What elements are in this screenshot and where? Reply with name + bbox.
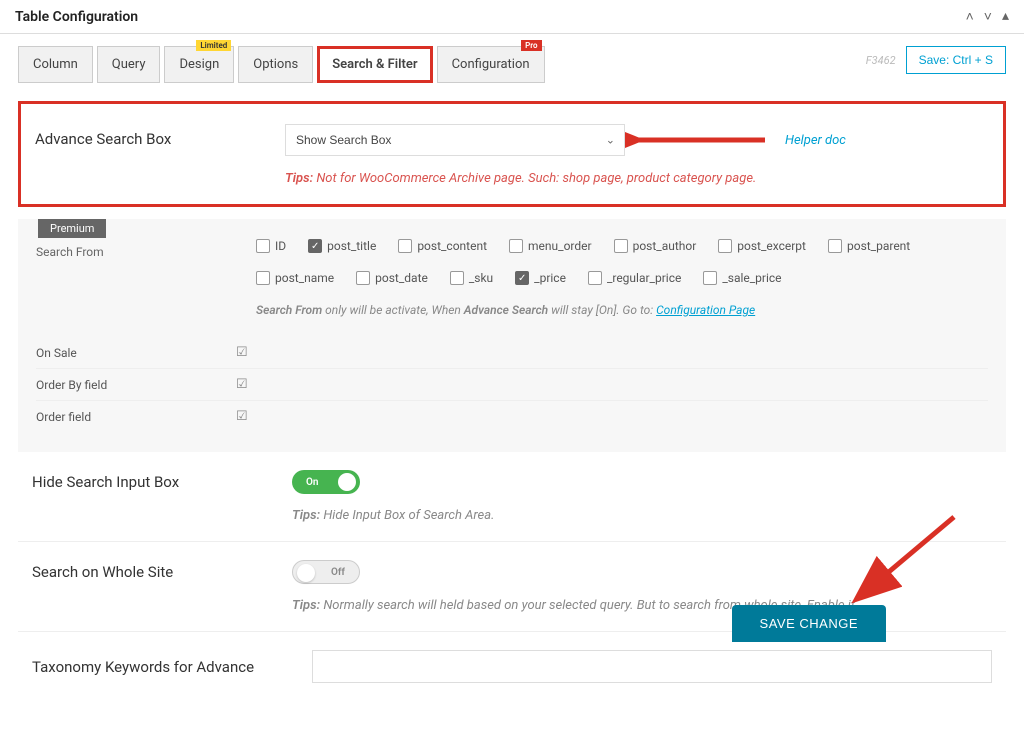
check-icon[interactable]: ☑ xyxy=(236,377,248,392)
top-right: F3462 Save: Ctrl + S xyxy=(866,46,1006,74)
taxonomy-input[interactable] xyxy=(312,650,992,683)
helper-doc-link[interactable]: Helper doc xyxy=(785,133,846,148)
chevron-up-icon[interactable]: ˄ xyxy=(966,8,974,25)
chevron-down-icon[interactable]: ˅ xyxy=(984,8,992,25)
checkbox-post_name[interactable]: post_name xyxy=(256,271,334,285)
checkbox-grid: ID ✓post_title post_content menu_order post_… xyxy=(256,239,988,285)
tab-search-filter[interactable]: Search & Filter xyxy=(317,46,432,83)
tab-column[interactable]: Column xyxy=(18,46,93,83)
checkbox-_regular_price[interactable]: _regular_price xyxy=(588,271,681,285)
toggle-knob xyxy=(297,564,315,582)
badge-limited: Limited xyxy=(196,40,231,51)
tab-configuration[interactable]: ConfigurationPro xyxy=(437,46,545,83)
checkbox-ID[interactable]: ID xyxy=(256,239,286,253)
checkbox-post_excerpt[interactable]: post_excerpt xyxy=(718,239,806,253)
top-bar: Column Query DesignLimited Options Searc… xyxy=(0,34,1024,83)
on-sale-row: On Sale ☑ xyxy=(36,337,988,369)
whole-site-label: Search on Whole Site xyxy=(32,563,272,581)
panel-controls: ˄ ˅ ▴ xyxy=(966,8,1009,25)
tab-options[interactable]: Options xyxy=(238,46,313,83)
premium-badge: Premium xyxy=(38,219,106,238)
advance-search-label: Advance Search Box xyxy=(35,124,265,148)
tabs: Column Query DesignLimited Options Searc… xyxy=(18,46,545,83)
tab-query[interactable]: Query xyxy=(97,46,161,83)
save-change-button[interactable]: SAVE CHANGE xyxy=(732,605,886,642)
hide-search-label: Hide Search Input Box xyxy=(32,473,272,491)
configuration-page-link[interactable]: Configuration Page xyxy=(656,303,755,317)
premium-section: Premium Search From ID ✓post_title post_co… xyxy=(18,219,1006,452)
search-from-label: Search From xyxy=(36,239,236,259)
collapse-icon[interactable]: ▴ xyxy=(1002,8,1009,25)
checkbox-post_title[interactable]: ✓post_title xyxy=(308,239,376,253)
check-icon[interactable]: ☑ xyxy=(236,345,248,360)
arrow-left-icon xyxy=(615,125,775,155)
checkbox-_sale_price[interactable]: _sale_price xyxy=(703,271,781,285)
advance-search-tips: Tips: Not for WooCommerce Archive page. … xyxy=(285,171,985,186)
content: Advance Search Box Show Search Box ⌄ Hel… xyxy=(0,83,1024,743)
checkbox-menu_order[interactable]: menu_order xyxy=(509,239,592,253)
checkbox-_price[interactable]: ✓_price xyxy=(515,271,566,285)
order-by-row: Order By field ☑ xyxy=(36,369,988,401)
panel-title: Table Configuration xyxy=(15,9,138,25)
badge-pro: Pro xyxy=(521,40,541,51)
form-id: F3462 xyxy=(866,54,896,67)
taxonomy-label: Taxonomy Keywords for Advance xyxy=(32,658,292,676)
checkbox-post_content[interactable]: post_content xyxy=(398,239,487,253)
whole-site-toggle[interactable]: Off xyxy=(292,560,360,584)
toggle-knob xyxy=(338,473,356,491)
save-shortcut-button[interactable]: Save: Ctrl + S xyxy=(906,46,1006,74)
panel-header: Table Configuration ˄ ˅ ▴ xyxy=(0,0,1024,34)
checkbox-post_author[interactable]: post_author xyxy=(614,239,697,253)
tab-design[interactable]: DesignLimited xyxy=(164,46,234,83)
check-icon[interactable]: ☑ xyxy=(236,409,248,424)
advance-search-select[interactable]: Show Search Box xyxy=(285,124,625,156)
advance-search-section: Advance Search Box Show Search Box ⌄ Hel… xyxy=(18,101,1006,207)
checkbox-post_date[interactable]: post_date xyxy=(356,271,428,285)
hide-search-section: Hide Search Input Box On Tips: Hide Inpu… xyxy=(18,452,1006,542)
checkbox-post_parent[interactable]: post_parent xyxy=(828,239,910,253)
search-from-note: Search From only will be activate, When … xyxy=(256,303,988,317)
hide-search-toggle[interactable]: On xyxy=(292,470,360,494)
checkbox-_sku[interactable]: _sku xyxy=(450,271,493,285)
order-field-row: Order field ☑ xyxy=(36,401,988,432)
